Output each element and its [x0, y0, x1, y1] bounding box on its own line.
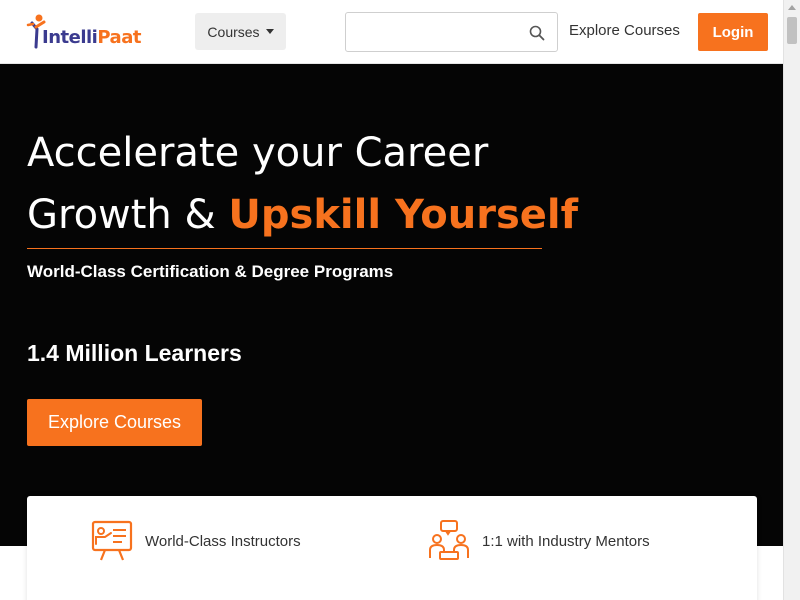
instructor-icon	[91, 520, 133, 561]
caret-down-icon	[265, 29, 274, 34]
logo-text-paat: Paat	[97, 27, 141, 48]
scroll-up-arrow-icon[interactable]	[788, 5, 796, 10]
scroll-thumb[interactable]	[787, 17, 797, 44]
hero-title-highlight: Upskill Yourself	[228, 192, 579, 238]
logo-text-intelli: Intelli	[42, 27, 98, 48]
search-input[interactable]	[354, 21, 524, 43]
vertical-scrollbar[interactable]	[783, 0, 800, 600]
feature-label-mentors: 1:1 with Industry Mentors	[482, 532, 650, 550]
hero-divider	[27, 248, 542, 249]
courses-dropdown-button[interactable]: Courses	[195, 13, 286, 50]
hero-title-line1: Accelerate your Career	[27, 130, 489, 176]
hero-subtitle: World-Class Certification & Degree Progr…	[27, 262, 394, 281]
features-card: World-Class Instructors 1:1 with Industr…	[27, 496, 757, 600]
courses-dropdown-label: Courses	[207, 23, 260, 40]
intellipaat-logo[interactable]: IntelliPaat	[22, 13, 141, 51]
feature-item-instructors: World-Class Instructors	[91, 520, 301, 562]
search-box	[345, 12, 558, 52]
site-header: IntelliPaat Courses Explore Courses Logi…	[0, 0, 783, 64]
hero-section: Accelerate your Career Growth & Upskill …	[0, 64, 783, 546]
page: IntelliPaat Courses Explore Courses Logi…	[0, 0, 800, 600]
logo-wordmark: IntelliPaat	[42, 27, 141, 48]
feature-label-instructors: World-Class Instructors	[145, 532, 301, 550]
search-icon[interactable]	[529, 25, 545, 41]
feature-item-mentors: 1:1 with Industry Mentors	[428, 520, 650, 562]
hero-explore-courses-button[interactable]: Explore Courses	[27, 399, 202, 446]
nav-explore-courses-link[interactable]: Explore Courses	[569, 22, 680, 39]
login-button[interactable]: Login	[698, 13, 768, 51]
hero-learners-count: 1.4 Million Learners	[27, 340, 242, 366]
hero-title-line2: Growth &	[27, 192, 229, 238]
mentor-icon	[429, 520, 469, 560]
hero-title: Accelerate your Career Growth & Upskill …	[27, 122, 627, 246]
